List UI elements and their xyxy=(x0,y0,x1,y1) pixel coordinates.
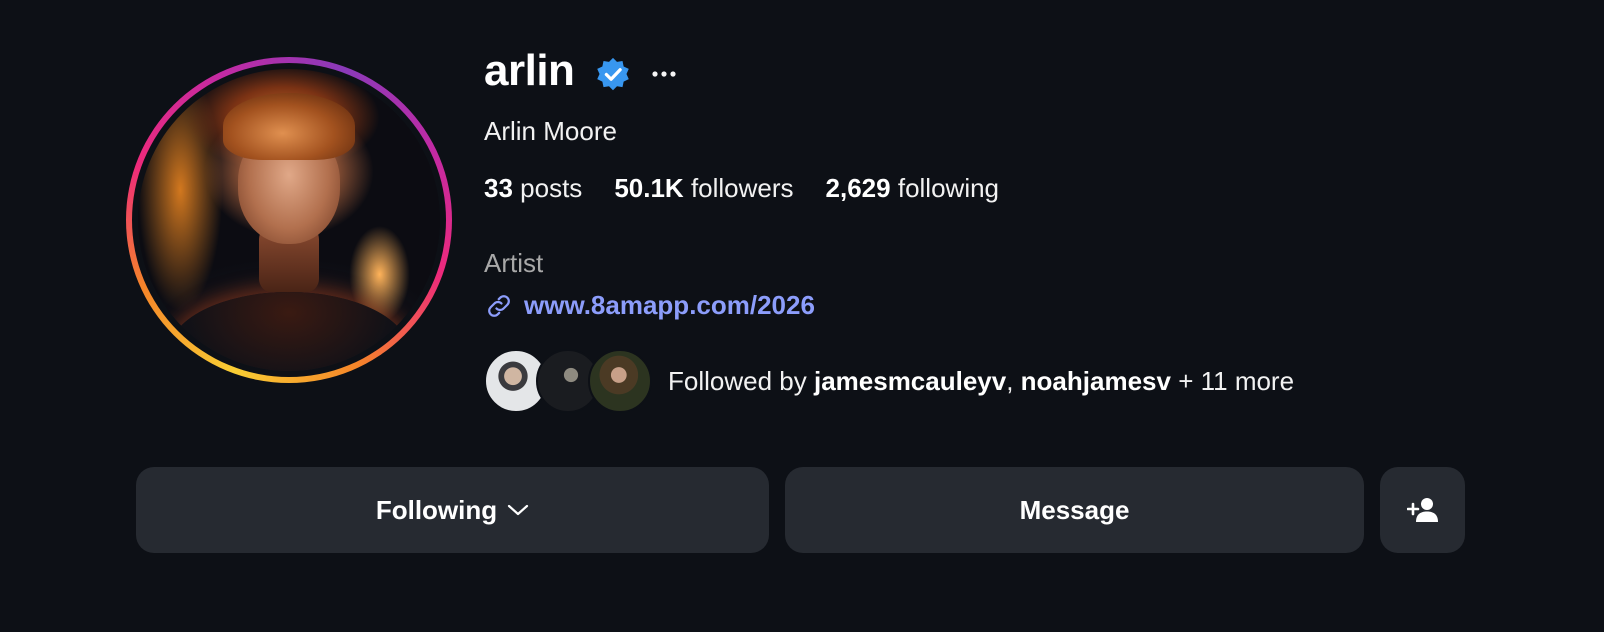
profile-avatar-story-ring[interactable] xyxy=(126,57,452,383)
message-button-label: Message xyxy=(1019,494,1130,525)
avatar-hair xyxy=(222,93,356,160)
verified-badge-icon xyxy=(597,57,629,91)
followers-count-link[interactable]: 50.1K followers xyxy=(614,173,793,204)
following-button[interactable]: Following xyxy=(136,467,769,553)
website-link-text: www.8amapp.com/2026 xyxy=(524,290,815,320)
followed-by-text: Followed by jamesmcauleyv, noahjamesv + … xyxy=(668,366,1294,397)
followers-label: followers xyxy=(690,173,794,203)
more-options-icon xyxy=(652,71,676,77)
profile-avatar[interactable] xyxy=(138,69,440,371)
chevron-down-icon xyxy=(508,504,529,516)
following-button-label: Following xyxy=(375,494,498,525)
following-label: following xyxy=(897,173,1000,203)
profile-stats: 33 posts 50.1K followers 2,629 following xyxy=(484,173,999,204)
following-count-link[interactable]: 2,629 following xyxy=(826,173,999,204)
followed-by-row[interactable]: Followed by jamesmcauleyv, noahjamesv + … xyxy=(484,349,1294,413)
avatar-shoulders xyxy=(168,292,410,371)
followed-by-user[interactable]: noahjamesv xyxy=(1021,366,1171,396)
profile-website-link[interactable]: www.8amapp.com/2026 xyxy=(484,290,815,321)
add-person-icon xyxy=(1406,498,1438,522)
suggest-people-button[interactable] xyxy=(1380,467,1465,553)
profile-header: arlin Arlin Moore 33 posts 50.1K followe… xyxy=(0,0,1604,632)
username: arlin xyxy=(484,46,575,95)
followed-by-suffix: + 11 more xyxy=(1170,365,1295,396)
mutual-avatar xyxy=(588,349,652,413)
posts-count: 33 xyxy=(484,173,513,203)
message-button[interactable]: Message xyxy=(785,467,1364,553)
more-options-button[interactable] xyxy=(650,60,678,88)
avatar-ring-gap xyxy=(132,63,446,377)
full-name: Arlin Moore xyxy=(484,116,617,146)
profile-category: Artist xyxy=(484,248,544,278)
link-icon xyxy=(488,294,510,317)
followed-by-prefix: Followed by xyxy=(668,365,814,396)
mutual-followers-avatars xyxy=(484,349,654,413)
followers-count: 50.1K xyxy=(614,173,684,203)
posts-count-link[interactable]: 33 posts xyxy=(484,173,582,204)
posts-label: posts xyxy=(520,173,583,203)
following-count: 2,629 xyxy=(825,173,891,203)
followed-by-user[interactable]: jamesmcauleyv xyxy=(814,366,1006,396)
followed-by-separator: , xyxy=(1006,365,1021,396)
